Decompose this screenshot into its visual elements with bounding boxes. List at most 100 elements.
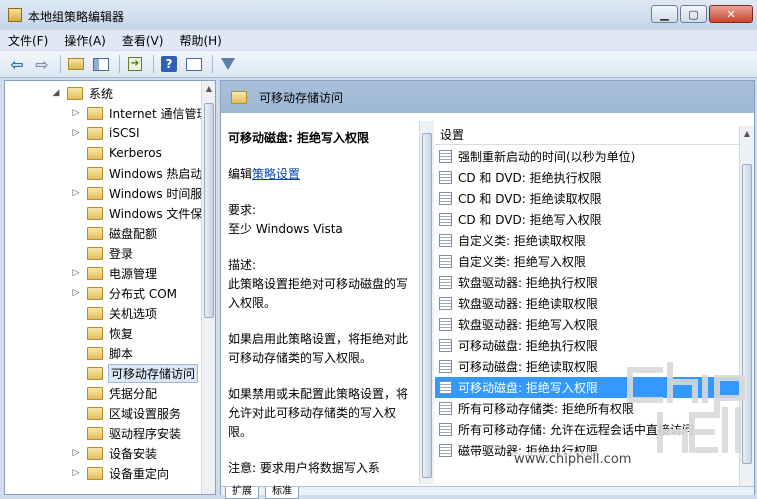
setting-row[interactable]: 软盘驱动器: 拒绝执行权限 xyxy=(435,272,739,293)
setting-row[interactable]: 软盘驱动器: 拒绝写入权限 xyxy=(435,314,739,335)
help-button[interactable]: ? xyxy=(158,54,180,74)
toolbar-separator xyxy=(119,55,120,73)
policy-setting-icon xyxy=(439,171,452,184)
close-button[interactable]: ✕ xyxy=(709,5,753,23)
expander-icon[interactable]: ▷ xyxy=(71,188,81,198)
tree-item-label: 系统 xyxy=(89,86,114,101)
tree-item[interactable]: ▷ 设备重定向 xyxy=(71,463,169,483)
tree-item[interactable]: Windows 热启动 xyxy=(71,163,202,183)
tree-item[interactable]: 登录 xyxy=(71,243,133,263)
tree-scrollbar[interactable]: ▲ xyxy=(201,81,215,494)
setting-row[interactable]: 所有可移动存储: 允许在远程会话中直接访问 xyxy=(435,419,739,440)
tree-item[interactable]: 恢复 xyxy=(71,323,133,343)
tree-item-label: 磁盘配额 xyxy=(109,226,158,241)
setting-name: 软盘驱动器: 拒绝执行权限 xyxy=(458,276,598,290)
expander-icon[interactable]: ▷ xyxy=(71,128,81,138)
tree-item[interactable]: ▷ Windows 时间服务 xyxy=(71,183,214,203)
tree-item[interactable]: ▷ 分布式 COM xyxy=(71,283,177,303)
maximize-button[interactable]: ▢ xyxy=(680,5,707,23)
expander-icon[interactable]: ▷ xyxy=(71,108,81,118)
toolbar: ⇦ ⇨ ➔ ? xyxy=(0,51,757,78)
tab-extended[interactable]: 扩展 xyxy=(225,487,259,499)
setting-row[interactable]: 自定义类: 拒绝读取权限 xyxy=(435,230,739,251)
menu-action[interactable]: 操作(A) xyxy=(64,32,106,49)
up-one-level-button[interactable] xyxy=(65,54,87,74)
setting-row[interactable]: CD 和 DVD: 拒绝读取权限 xyxy=(435,188,739,209)
tree-item[interactable]: 脚本 xyxy=(71,343,133,363)
tree-item[interactable]: 磁盘配额 xyxy=(71,223,157,243)
settings-list: 强制重新启动的时间(以秒为单位) CD 和 DVD: 拒绝执行权限 CD 和 D… xyxy=(435,146,739,486)
setting-row[interactable]: 自定义类: 拒绝写入权限 xyxy=(435,251,739,272)
tree-item[interactable]: ▷ iSCSI xyxy=(71,123,140,143)
filter-button[interactable] xyxy=(217,54,239,74)
setting-row[interactable]: 可移动磁盘: 拒绝执行权限 xyxy=(435,335,739,356)
setting-row[interactable]: 强制重新启动的时间(以秒为单位) xyxy=(435,146,739,167)
scroll-up-icon[interactable]: ▲ xyxy=(202,81,215,97)
setting-name: 所有可移动存储类: 拒绝所有权限 xyxy=(458,402,634,416)
scrollbar-thumb[interactable] xyxy=(742,164,752,464)
tab-standard[interactable]: 标准 xyxy=(265,487,299,499)
policy-setting-icon xyxy=(439,234,452,247)
expander-icon[interactable]: ▷ xyxy=(71,288,81,298)
tree-item[interactable]: ▷ 电源管理 xyxy=(71,263,157,283)
folder-icon xyxy=(87,286,103,300)
tree-item-label: Windows 时间服务 xyxy=(109,186,215,201)
setting-row[interactable]: CD 和 DVD: 拒绝写入权限 xyxy=(435,209,739,230)
setting-name: CD 和 DVD: 拒绝写入权限 xyxy=(458,213,602,227)
tree-item[interactable]: 驱动程序安装 xyxy=(71,423,181,443)
tree-item-selected[interactable]: 可移动存储访问 xyxy=(71,363,199,383)
details-header-title: 可移动存储访问 xyxy=(259,90,344,105)
tree-item-label: iSCSI xyxy=(109,126,140,140)
tree-item-label: 区域设置服务 xyxy=(109,406,182,421)
tree-item[interactable]: ◢ 系统 xyxy=(51,83,113,103)
tree-item[interactable]: Kerberos xyxy=(71,143,162,163)
edit-policy-link[interactable]: 策略设置 xyxy=(252,167,300,181)
column-header-setting[interactable]: 设置 xyxy=(435,126,754,145)
forward-button[interactable]: ⇨ xyxy=(31,54,53,74)
scrollbar-thumb[interactable] xyxy=(204,103,214,318)
description-scrollbar[interactable] xyxy=(419,121,434,484)
setting-row[interactable]: 可移动磁盘: 拒绝读取权限 xyxy=(435,356,739,377)
scroll-up-icon[interactable]: ▲ xyxy=(740,126,754,142)
back-button[interactable]: ⇦ xyxy=(6,54,28,74)
show-pane-icon xyxy=(93,57,109,71)
folder-icon xyxy=(67,86,83,100)
tree-item[interactable]: 凭据分配 xyxy=(71,383,157,403)
setting-row[interactable]: 所有可移动存储类: 拒绝所有权限 xyxy=(435,398,739,419)
settings-scrollbar[interactable]: ▲ xyxy=(739,126,754,486)
policy-setting-icon xyxy=(439,213,452,226)
setting-row[interactable]: 软盘驱动器: 拒绝读取权限 xyxy=(435,293,739,314)
show-hide-tree-button[interactable] xyxy=(90,54,112,74)
policy-setting-icon xyxy=(439,360,452,373)
tree-item[interactable]: ▷ Internet 通信管理 xyxy=(71,103,208,123)
toolbar-separator xyxy=(212,55,213,73)
minimize-button[interactable]: ▁ xyxy=(651,5,678,23)
tree-item-label: 可移动存储访问 xyxy=(107,363,199,383)
export-list-button[interactable]: ➔ xyxy=(124,54,146,74)
tree-item[interactable]: Windows 文件保护 xyxy=(71,203,214,223)
folder-icon xyxy=(87,306,103,320)
tree-item[interactable]: ▷ 设备安装 xyxy=(71,443,157,463)
menu-file[interactable]: 文件(F) xyxy=(8,32,48,49)
maximize-icon: ▢ xyxy=(688,7,699,21)
expander-icon[interactable]: ▷ xyxy=(71,448,81,458)
folder-icon xyxy=(87,106,103,120)
folder-icon xyxy=(87,346,103,360)
expander-icon[interactable]: ◢ xyxy=(51,88,61,98)
title-bar[interactable]: 本地组策略编辑器 ▁ ▢ ✕ xyxy=(0,0,757,30)
properties-button[interactable] xyxy=(183,54,205,74)
toolbar-separator xyxy=(60,55,61,73)
setting-row[interactable]: CD 和 DVD: 拒绝执行权限 xyxy=(435,167,739,188)
setting-name: CD 和 DVD: 拒绝执行权限 xyxy=(458,171,602,185)
scrollbar-thumb[interactable] xyxy=(422,133,432,478)
app-icon xyxy=(8,8,22,22)
setting-row-selected[interactable]: 可移动磁盘: 拒绝写入权限 xyxy=(435,377,739,398)
expander-icon[interactable]: ▷ xyxy=(71,268,81,278)
description-paragraph: 如果启用此策略设置，将拒绝对此可移动存储类的写入权限。 xyxy=(228,332,409,365)
menu-help[interactable]: 帮助(H) xyxy=(179,32,221,49)
menu-view[interactable]: 查看(V) xyxy=(122,32,164,49)
tree-item[interactable]: 关机选项 xyxy=(71,303,157,323)
expander-icon[interactable]: ▷ xyxy=(71,468,81,478)
tree-item[interactable]: 区域设置服务 xyxy=(71,403,181,423)
policy-setting-icon xyxy=(439,339,452,352)
